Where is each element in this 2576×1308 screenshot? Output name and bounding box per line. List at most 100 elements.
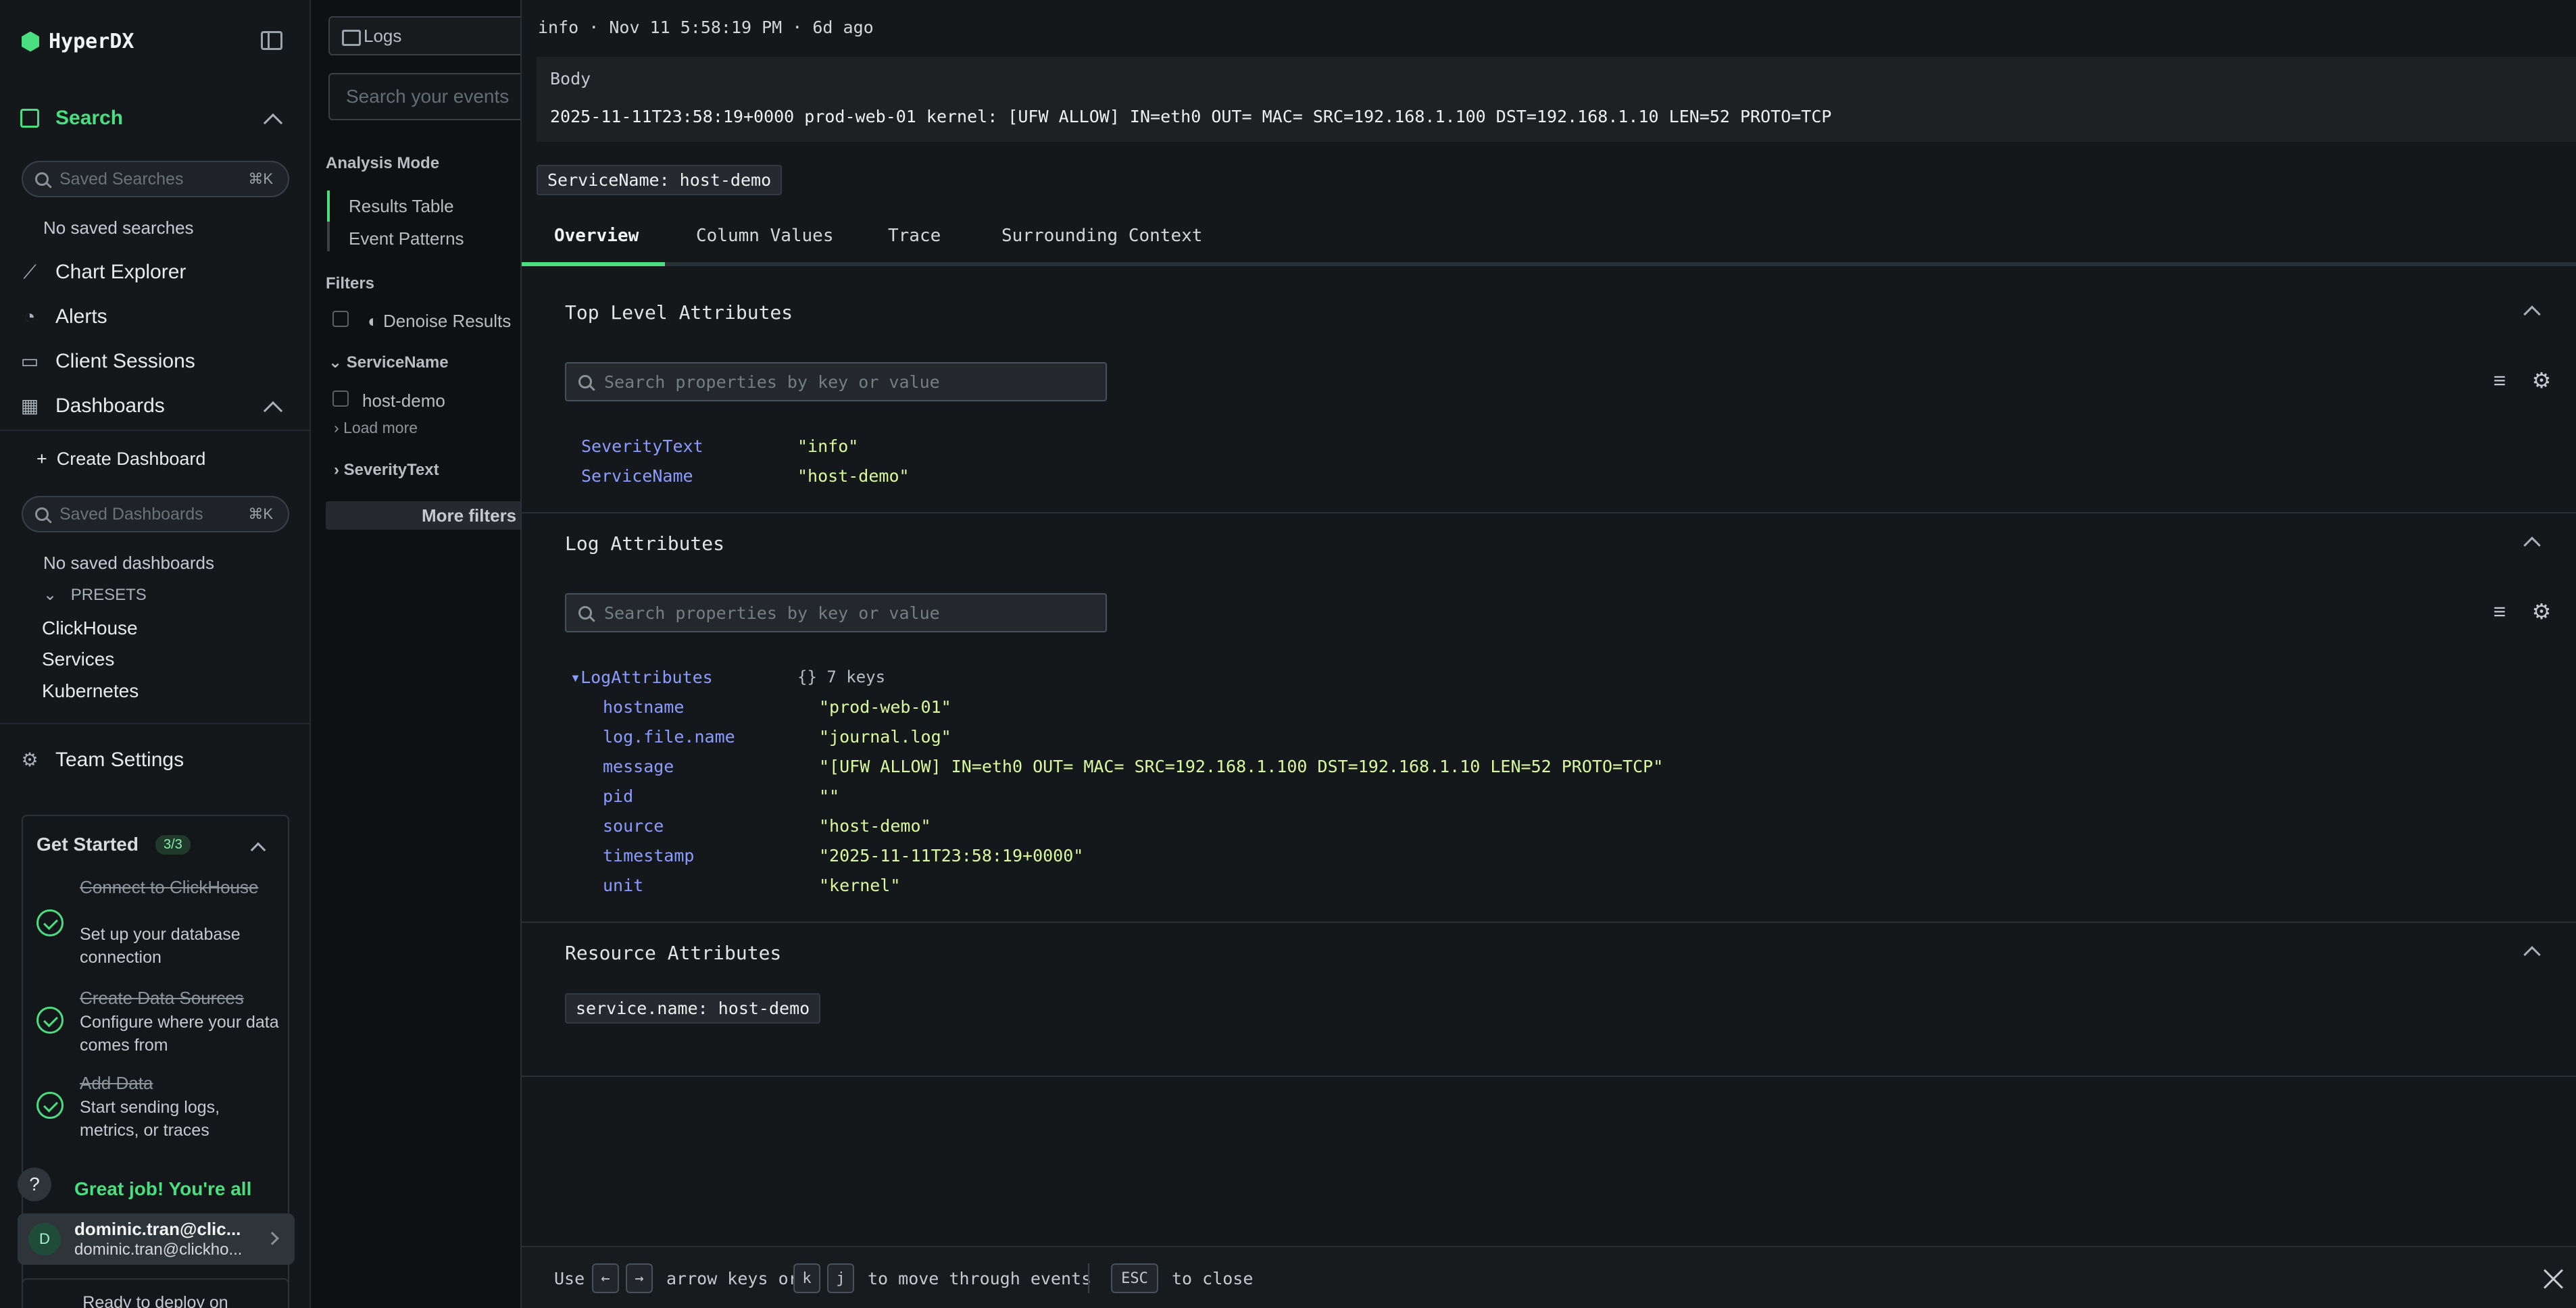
- deploy-banner[interactable]: Ready to deploy on: [22, 1278, 289, 1308]
- denoise-text: Denoise Results: [382, 311, 512, 331]
- nav-chart-explorer-label: Chart Explorer: [55, 261, 187, 283]
- source-select[interactable]: Logs: [328, 16, 531, 55]
- section-divider: [522, 512, 2576, 513]
- chevron-up-icon[interactable]: [2523, 536, 2541, 554]
- denoise-checkbox[interactable]: [332, 311, 349, 327]
- more-filters-button[interactable]: More filters: [326, 501, 528, 530]
- body-label: Body: [550, 69, 591, 89]
- event-patterns-option[interactable]: Event Patterns: [349, 228, 464, 249]
- footer-separator: [1088, 1263, 1089, 1293]
- attr-key[interactable]: unit: [603, 876, 643, 895]
- shortcut-hint: ⌘K: [248, 505, 273, 522]
- search-nav-icon: [20, 109, 39, 128]
- saved-searches-input[interactable]: Saved Searches ⌘K: [22, 161, 289, 197]
- attr-value[interactable]: "[UFW ALLOW] IN=eth0 OUT= MAC= SRC=192.1…: [819, 757, 1663, 776]
- results-table-option[interactable]: Results Table: [349, 196, 454, 217]
- attr-value[interactable]: "journal.log": [819, 727, 951, 747]
- hint-close: to close: [1172, 1269, 1254, 1288]
- nav-alerts[interactable]: ◔ Alerts: [20, 305, 107, 328]
- nav-search[interactable]: Search: [20, 107, 123, 130]
- log-attributes-search-input[interactable]: Search properties by key or value: [565, 593, 1107, 632]
- top-level-search-input[interactable]: Search properties by key or value: [565, 362, 1107, 401]
- hyperdx-logo-icon: [22, 31, 39, 52]
- j-key: j: [827, 1263, 854, 1293]
- divider: [0, 430, 311, 431]
- attr-key[interactable]: pid: [603, 786, 633, 806]
- brand[interactable]: HyperDX: [22, 30, 134, 53]
- step-desc: Set up your database connection: [80, 925, 241, 967]
- service-name-tag[interactable]: ServiceName: host-demo: [537, 165, 783, 195]
- resource-tag[interactable]: service.name: host-demo: [565, 993, 821, 1024]
- body-text: 2025-11-11T23:58:19+0000 prod-web-01 ker…: [550, 107, 1832, 126]
- step-desc: Start sending logs, metrics, or traces: [80, 1098, 220, 1140]
- attr-key[interactable]: log.file.name: [603, 727, 735, 747]
- plus-icon: +: [36, 449, 47, 469]
- chevron-up-icon[interactable]: [2523, 946, 2541, 963]
- tab-column-values[interactable]: Column Values: [696, 226, 834, 266]
- tab-surrounding-context[interactable]: Surrounding Context: [1001, 226, 1202, 266]
- events-search-input[interactable]: Search your events: [328, 73, 531, 120]
- group-key-count: {} 7 keys: [797, 668, 886, 686]
- step-title: Create Data Sources: [80, 988, 244, 1008]
- search-filters-column: Logs Search your events Analysis Mode Re…: [312, 0, 531, 1308]
- wrap-lines-icon[interactable]: ≡: [2490, 601, 2510, 622]
- attr-key[interactable]: ServiceName: [581, 466, 693, 486]
- close-icon[interactable]: [2542, 1267, 2565, 1290]
- attr-value[interactable]: "kernel": [819, 876, 900, 895]
- service-name-filter[interactable]: ⌄ ServiceName: [328, 353, 449, 372]
- chevron-up-icon[interactable]: [250, 842, 266, 858]
- chevron-right-icon: [266, 1232, 279, 1245]
- detail-tabs: Overview Column Values Trace Surrounding…: [522, 223, 2576, 266]
- attr-key[interactable]: timestamp: [603, 846, 694, 865]
- resource-attributes-title[interactable]: Resource Attributes: [565, 942, 781, 964]
- chevron-up-icon[interactable]: [263, 401, 283, 421]
- tab-trace[interactable]: Trace: [888, 226, 941, 266]
- sidebar-toggle-icon[interactable]: [261, 31, 282, 50]
- gear-icon: ⚙: [21, 749, 39, 770]
- host-demo-checkbox[interactable]: [332, 391, 349, 407]
- nav-chart-explorer[interactable]: ⟋ Chart Explorer: [20, 261, 186, 284]
- tab-overview[interactable]: Overview: [554, 226, 639, 266]
- attr-key[interactable]: source: [603, 816, 664, 836]
- brand-name: HyperDX: [49, 30, 134, 53]
- attr-key[interactable]: SeverityText: [581, 436, 703, 456]
- dashboard-icon: ▦: [20, 395, 39, 416]
- log-attributes-title[interactable]: Log Attributes: [565, 532, 724, 555]
- attr-value[interactable]: "host-demo": [819, 816, 931, 836]
- help-button[interactable]: ?: [18, 1167, 51, 1201]
- top-level-search-placeholder: Search properties by key or value: [604, 372, 940, 392]
- presets-toggle[interactable]: ⌄ PRESETS: [43, 585, 147, 605]
- active-tab-indicator: [522, 262, 665, 266]
- attr-value[interactable]: "prod-web-01": [819, 697, 951, 717]
- attr-value[interactable]: "": [819, 786, 839, 806]
- nav-dashboards[interactable]: ▦ Dashboards: [20, 395, 165, 418]
- nav-team-settings-label: Team Settings: [55, 749, 184, 771]
- gear-icon[interactable]: ⚙: [2531, 601, 2552, 622]
- nav-team-settings[interactable]: ⚙ Team Settings: [20, 749, 184, 772]
- top-level-attributes-title[interactable]: Top Level Attributes: [565, 301, 793, 324]
- preset-kubernetes[interactable]: Kubernetes: [42, 680, 139, 702]
- preset-clickhouse[interactable]: ClickHouse: [42, 618, 138, 639]
- preset-services[interactable]: Services: [42, 649, 114, 670]
- wrap-lines-icon[interactable]: ≡: [2490, 370, 2510, 391]
- host-demo-option: host-demo: [362, 391, 445, 411]
- attr-key[interactable]: message: [603, 757, 674, 776]
- gear-icon[interactable]: ⚙: [2531, 370, 2552, 391]
- attr-value[interactable]: "host-demo": [797, 466, 910, 486]
- user-menu[interactable]: D dominic.tran@clic... dominic.tran@clic…: [18, 1213, 295, 1265]
- load-more-label: Load more: [343, 419, 418, 436]
- attr-value[interactable]: "2025-11-11T23:58:19+0000": [819, 846, 1083, 865]
- saved-dashboards-input[interactable]: Saved Dashboards ⌘K: [22, 496, 289, 532]
- section-divider: [522, 1076, 2576, 1077]
- attr-key[interactable]: hostname: [603, 697, 684, 717]
- chevron-up-icon[interactable]: [2523, 305, 2541, 323]
- create-dashboard-button[interactable]: + Create Dashboard: [36, 449, 205, 470]
- load-more-link[interactable]: › Load more: [334, 419, 418, 437]
- severity-filter[interactable]: › SeverityText: [334, 461, 439, 480]
- search-icon: [578, 375, 592, 388]
- log-attributes-group[interactable]: ▾LogAttributes: [570, 668, 713, 687]
- chevron-up-icon[interactable]: [263, 113, 283, 133]
- nav-client-sessions[interactable]: ▭ Client Sessions: [20, 350, 195, 373]
- check-circle-icon: [36, 909, 64, 936]
- attr-value[interactable]: "info": [797, 436, 858, 456]
